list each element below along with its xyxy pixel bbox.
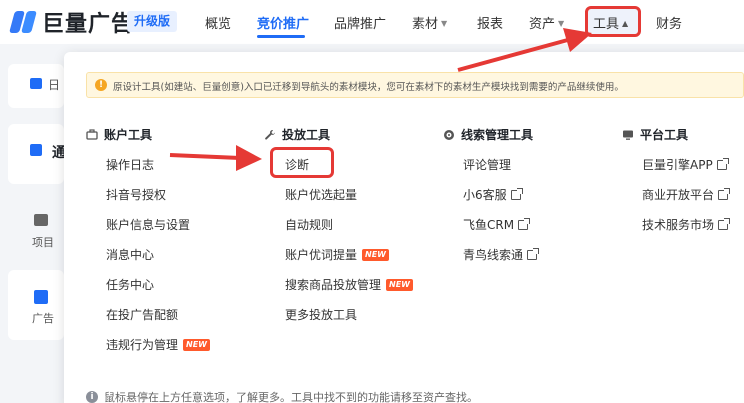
sidebar-item-project[interactable]: 项目: [8, 194, 64, 264]
menu-item-violation-management[interactable]: 违规行为管理 NEW: [106, 336, 210, 353]
info-icon: i: [86, 391, 98, 403]
menu-item-ad-quota[interactable]: 在投广告配额: [106, 306, 178, 323]
document-icon: [34, 290, 48, 304]
menu-item-task-center[interactable]: 任务中心: [106, 276, 154, 293]
menu-item-feiyu-crm[interactable]: 飞鱼CRM: [463, 216, 531, 233]
caret-down-icon: ▼: [441, 19, 448, 28]
menu-item-ocean-engine-app[interactable]: 巨量引擎APP: [642, 156, 729, 173]
brand-logo[interactable]: 巨量广告: [8, 8, 135, 37]
caret-down-icon: ▼: [558, 19, 565, 28]
logo-text: 巨量广告: [42, 12, 135, 37]
warning-icon: !: [95, 79, 107, 91]
sidebar-item-label: 日: [48, 78, 61, 92]
nav-finance[interactable]: 财务: [656, 13, 682, 32]
new-badge: NEW: [362, 248, 389, 261]
monitor-icon: [622, 129, 634, 141]
nav-material[interactable]: 素材 ▼: [412, 13, 447, 32]
menu-item-qingniao-leads[interactable]: 青鸟线索通: [463, 246, 540, 263]
sidebar-item-label: 广告: [32, 312, 54, 325]
briefcase-icon: [86, 128, 98, 141]
menu-item-comment-management[interactable]: 评论管理: [463, 156, 511, 173]
menu-item-operation-log[interactable]: 操作日志: [106, 156, 154, 173]
menu-item-open-platform[interactable]: 商业开放平台: [642, 186, 731, 203]
nav-brand-promotion[interactable]: 品牌推广: [334, 13, 386, 32]
diagnosis-highlight-box: [270, 147, 334, 178]
new-badge: NEW: [386, 278, 413, 291]
left-sidebar: 日 通 项目 广告: [0, 44, 66, 403]
column-header-delivery-tools: 投放工具: [264, 126, 330, 143]
menu-item-douyin-auth[interactable]: 抖音号授权: [106, 186, 166, 203]
sidebar-card-daily[interactable]: 日: [8, 64, 64, 108]
nav-bidding-promotion[interactable]: 竞价推广: [257, 13, 309, 32]
external-link-icon: [510, 187, 523, 200]
menu-item-xiao6-customer-service[interactable]: 小6客服: [463, 186, 523, 203]
new-badge: NEW: [183, 338, 210, 351]
column-header-account-tools: 账户工具: [86, 126, 152, 143]
folder-icon: [34, 214, 48, 226]
external-link-icon: [718, 217, 731, 230]
column-header-platform-tools: 平台工具: [622, 126, 688, 143]
external-link-icon: [527, 247, 540, 260]
sidebar-item-label: 项目: [32, 236, 54, 249]
menu-item-auto-rules[interactable]: 自动规则: [285, 216, 333, 233]
nav-tools[interactable]: 工具 ▲: [593, 13, 628, 32]
menu-item-search-product-management[interactable]: 搜索商品投放管理 NEW: [285, 276, 413, 293]
logo-mark-icon: [8, 9, 38, 35]
menu-item-tech-service-market[interactable]: 技术服务市场: [642, 216, 731, 233]
upgrade-badge[interactable]: 升级版: [127, 11, 178, 32]
target-icon: [443, 129, 455, 141]
top-navigation-bar: 巨量广告 升级版 概览 竞价推广 品牌推广 素材 ▼ 报表 资产 ▼ 工具 ▲ 财务: [0, 0, 744, 44]
sidebar-item-ads[interactable]: 广告: [8, 270, 64, 340]
external-link-icon: [518, 217, 531, 230]
nav-reports[interactable]: 报表: [477, 13, 503, 32]
active-tab-underline: [257, 35, 305, 38]
sidebar-card-general[interactable]: 通: [8, 124, 66, 184]
footer-hint: i 鼠标悬停在上方任意选项，了解更多。工具中找不到的功能请移至资产查找。: [86, 389, 478, 403]
menu-item-account-boost[interactable]: 账户优选起量: [285, 186, 357, 203]
briefcase-icon: [30, 78, 42, 89]
menu-item-account-settings[interactable]: 账户信息与设置: [106, 216, 190, 233]
menu-item-more-delivery-tools[interactable]: 更多投放工具: [285, 306, 357, 323]
notice-text: 原设计工具(如建站、巨量创意)入口已迁移到导航头的素材模块，您可在素材下的素材生…: [113, 82, 624, 93]
external-link-icon: [716, 157, 729, 170]
wrench-icon: [264, 129, 276, 141]
grid-icon: [30, 144, 42, 156]
column-header-lead-management: 线索管理工具: [443, 126, 533, 143]
menu-item-keyword-boost[interactable]: 账户优词提量 NEW: [285, 246, 389, 263]
external-link-icon: [718, 187, 731, 200]
notice-banner: ! 原设计工具(如建站、巨量创意)入口已迁移到导航头的素材模块，您可在素材下的素…: [86, 72, 744, 98]
menu-item-message-center[interactable]: 消息中心: [106, 246, 154, 263]
nav-assets[interactable]: 资产 ▼: [529, 13, 564, 32]
nav-overview[interactable]: 概览: [205, 13, 231, 32]
caret-up-icon: ▲: [622, 19, 629, 28]
